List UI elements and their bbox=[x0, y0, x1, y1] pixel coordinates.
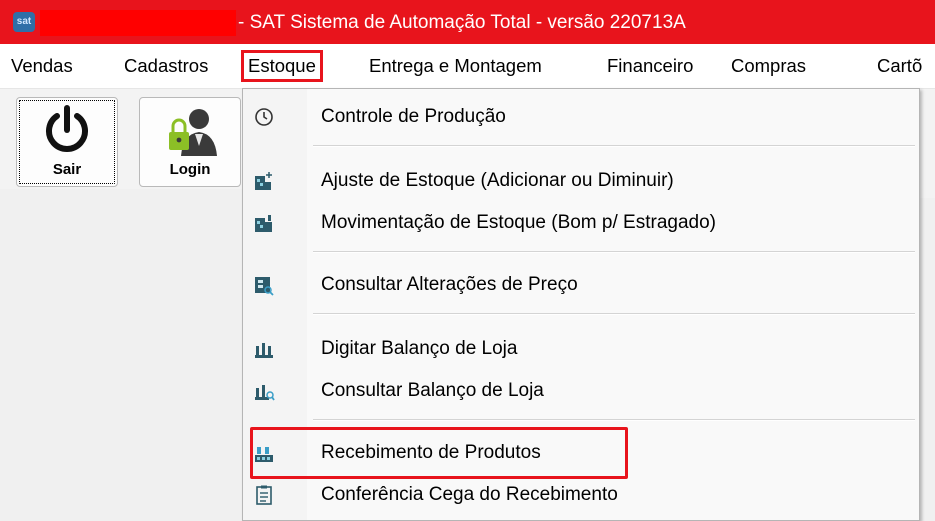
sair-button[interactable]: Sair bbox=[16, 97, 118, 187]
menu-item-label: Consultar Alterações de Preço bbox=[321, 274, 578, 295]
menu-item-label: Conferência Cega do Recebimento bbox=[321, 484, 618, 505]
power-icon bbox=[17, 104, 117, 156]
menu-item-conferencia-cega-do-recebimento[interactable]: Conferência Cega do Recebimento bbox=[243, 475, 919, 515]
menu-entrega-e-montagem[interactable]: Entrega e Montagem bbox=[369, 55, 542, 77]
menu-item-label: Controle de Produção bbox=[321, 106, 506, 127]
menu-item-controle-de-producao[interactable]: Controle de Produção bbox=[243, 97, 919, 137]
clock-icon bbox=[253, 106, 275, 128]
menu-separator bbox=[313, 419, 915, 421]
checklist-icon bbox=[253, 484, 275, 506]
menu-estoque[interactable]: Estoque bbox=[241, 50, 323, 82]
menu-cadastros[interactable]: Cadastros bbox=[124, 55, 208, 77]
menu-item-digitar-balanco-de-loja[interactable]: Digitar Balanço de Loja bbox=[243, 329, 919, 369]
app-logo-icon: sat bbox=[13, 12, 35, 32]
factory-search-icon bbox=[253, 380, 275, 402]
toolbar-edge bbox=[920, 98, 935, 198]
menu-item-ajuste-de-estoque[interactable]: Ajuste de Estoque (Adicionar ou Diminuir… bbox=[243, 161, 919, 201]
user-lock-icon bbox=[140, 104, 240, 156]
menu-bar: Vendas Cadastros Estoque Entrega e Monta… bbox=[0, 44, 935, 89]
stock-move-icon bbox=[253, 212, 275, 234]
menu-item-label: Consultar Balanço de Loja bbox=[321, 380, 544, 401]
price-search-icon bbox=[253, 274, 275, 296]
annotation-highlight-box bbox=[250, 427, 628, 479]
menu-financeiro[interactable]: Financeiro bbox=[607, 55, 693, 77]
menu-vendas[interactable]: Vendas bbox=[11, 55, 73, 77]
menu-compras[interactable]: Compras bbox=[731, 55, 806, 77]
title-redaction bbox=[40, 10, 236, 36]
window-title: - SAT Sistema de Automação Total - versã… bbox=[238, 12, 686, 33]
menu-item-label: Digitar Balanço de Loja bbox=[321, 338, 518, 359]
menu-item-label: Movimentação de Estoque (Bom p/ Estragad… bbox=[321, 212, 716, 233]
menu-cartoes[interactable]: Cartõ bbox=[877, 55, 922, 77]
stock-adjust-icon bbox=[253, 170, 275, 192]
title-bar: sat - SAT Sistema de Automação Total - v… bbox=[0, 0, 935, 44]
menu-item-consultar-balanco-de-loja[interactable]: Consultar Balanço de Loja bbox=[243, 371, 919, 411]
factory-icon bbox=[253, 338, 275, 360]
menu-item-consultar-alteracoes-de-preco[interactable]: Consultar Alterações de Preço bbox=[243, 265, 919, 305]
menu-item-label: Ajuste de Estoque (Adicionar ou Diminuir… bbox=[321, 170, 674, 191]
menu-separator bbox=[313, 251, 915, 253]
menu-separator bbox=[313, 145, 915, 147]
sair-label: Sair bbox=[52, 161, 82, 178]
menu-separator bbox=[313, 313, 915, 315]
login-button[interactable]: Login bbox=[139, 97, 241, 187]
menu-item-movimentacao-de-estoque[interactable]: Movimentação de Estoque (Bom p/ Estragad… bbox=[243, 203, 919, 243]
login-label: Login bbox=[169, 161, 211, 178]
